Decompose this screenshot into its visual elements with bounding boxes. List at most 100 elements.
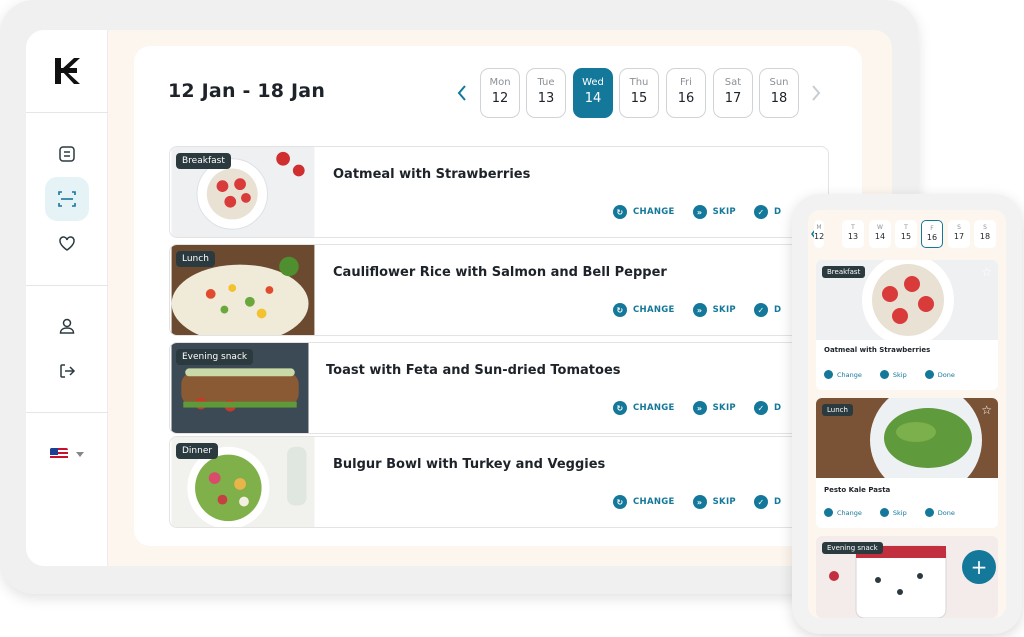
day-tue[interactable]: Tue 13 [526, 68, 566, 118]
meal-tag: Dinner [176, 443, 219, 459]
done-button[interactable]: Done [924, 508, 955, 517]
sidebar-item-favorites[interactable] [45, 222, 89, 266]
check-icon: ✓ [753, 495, 768, 509]
skip-button[interactable]: Skip [879, 508, 907, 517]
done-button[interactable]: ✓ D [753, 303, 781, 317]
phone-day-partial[interactable]: M 12 [814, 220, 824, 248]
day-fri[interactable]: Fri 16 [666, 68, 706, 118]
day-wed[interactable]: Wed 14 [573, 68, 613, 118]
check-icon [924, 508, 934, 517]
skip-button[interactable]: » SKIP [692, 495, 736, 509]
day-thu[interactable]: Thu 15 [619, 68, 659, 118]
prev-week-chevron-icon[interactable] [456, 84, 468, 102]
phone-day-sat[interactable]: S 17 [948, 220, 970, 248]
skip-icon [879, 508, 889, 517]
refresh-icon: ↻ [613, 401, 627, 415]
meal-actions: ↻ CHANGE » SKIP ✓ D [613, 205, 781, 219]
change-label: Change [837, 508, 862, 517]
add-meal-button[interactable]: + [962, 550, 996, 584]
day-date: 13 [847, 232, 859, 241]
meal-actions: Change Skip Done [824, 508, 955, 517]
phone-day-sun[interactable]: S 18 [974, 220, 996, 248]
day-mon[interactable]: Mon 12 [480, 68, 520, 118]
logout-icon [60, 364, 76, 378]
language-selector[interactable] [50, 444, 90, 464]
day-name: Mon [489, 77, 511, 88]
day-name: S [983, 224, 987, 231]
sidebar-item-scan[interactable] [45, 177, 89, 221]
day-name: T [851, 224, 855, 231]
change-button[interactable]: ↻ CHANGE [613, 495, 675, 509]
skip-button[interactable]: » SKIP [692, 401, 736, 415]
meal-title: Toast with Feta and Sun-dried Tomatoes [326, 363, 621, 378]
change-button[interactable]: Change [824, 370, 862, 379]
change-button[interactable]: Change [824, 508, 862, 517]
change-button[interactable]: ↻ CHANGE [613, 303, 675, 317]
skip-label: SKIP [712, 403, 736, 413]
sidebar-item-profile[interactable] [45, 304, 89, 348]
skip-button[interactable]: Skip [879, 370, 907, 379]
day-name: W [877, 224, 883, 231]
refresh-icon: ↻ [613, 495, 627, 509]
done-button[interactable]: ✓ D [753, 205, 782, 219]
heart-icon [59, 236, 75, 251]
phone-screen: M 12 T 13 W 14 T 15 F 16 S 17 S 18 Breakfast ☆ … [808, 210, 1006, 618]
phone-day-fri[interactable]: F 16 [921, 220, 943, 248]
skip-icon: » [692, 495, 707, 509]
phone-day-tue[interactable]: T 13 [842, 220, 864, 248]
tablet-device: 12 Jan - 18 Jan Mon 12 Tue 13 Wed 14 Thu 15 … [0, 0, 918, 594]
done-button[interactable]: Done [924, 370, 955, 379]
day-date: 15 [630, 91, 648, 106]
day-name: F [930, 225, 934, 232]
day-date: 18 [770, 91, 788, 106]
meal-tag: Breakfast [176, 153, 231, 169]
day-sun[interactable]: Sun 18 [759, 68, 799, 118]
day-name: Sat [724, 77, 742, 88]
skip-button[interactable]: » SKIP [692, 303, 736, 317]
sidebar-item-logout[interactable] [45, 349, 89, 393]
done-button[interactable]: ✓ D [753, 401, 782, 415]
skip-label: Skip [892, 508, 907, 517]
day-sat[interactable]: Sat 17 [713, 68, 753, 118]
skip-button[interactable]: » SKIP [692, 205, 736, 219]
star-icon[interactable]: ☆ [981, 403, 992, 417]
day-date: 13 [537, 91, 555, 106]
change-button[interactable]: ↻ CHANGE [613, 401, 675, 415]
day-date: 14 [874, 232, 886, 241]
day-name: Thu [629, 77, 649, 88]
meal-card-evening-snack[interactable]: Evening snack Toast with Feta and Sun-dr… [169, 342, 829, 434]
day-date: 17 [953, 232, 965, 241]
meal-actions: ↻ CHANGE » SKIP ✓ D [613, 495, 781, 509]
done-label: D [773, 207, 782, 217]
done-label: D [773, 403, 782, 413]
star-icon[interactable]: ☆ [981, 265, 992, 279]
skip-icon: » [692, 205, 707, 219]
change-label: CHANGE [633, 305, 675, 315]
phone-day-wed[interactable]: W 14 [869, 220, 891, 248]
meal-card-lunch[interactable]: Lunch Cauliflower Rice with Salmon and B… [169, 244, 829, 336]
meal-card-dinner[interactable]: Dinner Bulgur Bowl with Turkey and Veggi… [169, 436, 829, 528]
change-label: CHANGE [633, 403, 675, 413]
phone-meal-card-breakfast[interactable]: Breakfast ☆ Oatmeal with Strawberries Ch… [816, 260, 998, 390]
sidebar-item-notes[interactable] [45, 132, 89, 176]
meal-title: Cauliflower Rice with Salmon and Bell Pe… [333, 265, 667, 280]
phone-day-thu[interactable]: T 15 [895, 220, 917, 248]
notes-icon [59, 146, 75, 162]
change-label: CHANGE [633, 207, 675, 217]
day-name: Wed [582, 77, 604, 88]
day-date: 12 [814, 232, 824, 241]
meal-card-breakfast[interactable]: Breakfast Oatmeal with Strawberries ↻ CHA… [169, 146, 829, 238]
us-flag-icon [50, 448, 68, 460]
day-date: 14 [584, 91, 602, 106]
next-week-chevron-icon[interactable] [810, 84, 822, 102]
done-label: Done [937, 508, 955, 517]
meal-tag: Lunch [176, 251, 215, 267]
refresh-icon [824, 370, 833, 379]
day-name: Fri [680, 77, 692, 88]
phone-meal-card-lunch[interactable]: Lunch ☆ Pesto Kale Pasta Change Skip Don… [816, 398, 998, 528]
done-button[interactable]: ✓ D [753, 495, 781, 509]
change-button[interactable]: ↻ CHANGE [613, 205, 675, 219]
skip-label: SKIP [712, 207, 736, 217]
brand-logo[interactable] [52, 56, 82, 86]
day-date: 16 [926, 233, 938, 242]
